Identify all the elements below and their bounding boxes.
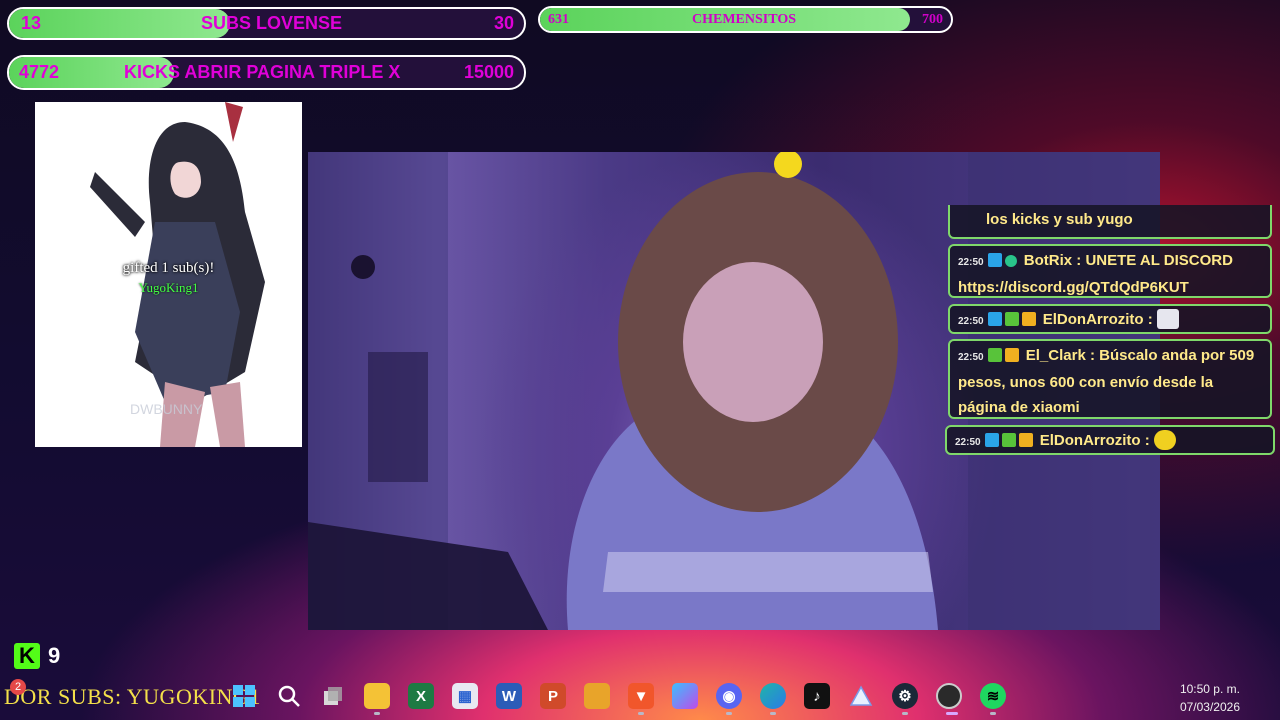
goal-subs-label: SUBS LOVENSE xyxy=(201,13,343,33)
crown-badge-icon xyxy=(1021,312,1036,326)
goal-bar-chemensitos: 631 CHEMENSITOS 700 xyxy=(538,6,953,33)
sub-badge-icon xyxy=(1004,312,1019,326)
goal-bar-kicks: 4772 KICKS ABRIR PAGINA TRIPLE X 15000 xyxy=(7,55,526,90)
chat-message: 22:50 El_Clark : Búscalo anda por 509 pe… xyxy=(948,339,1272,419)
chat-username: El_Clark xyxy=(1025,347,1086,364)
chat-timestamp: 22:50 xyxy=(958,352,984,363)
running-indicator xyxy=(990,712,996,715)
running-indicator xyxy=(374,712,380,715)
goal-bar-subs-fill xyxy=(9,9,231,38)
brave-icon[interactable]: ▼ xyxy=(628,683,654,709)
alert-watermark: DWBUNNY xyxy=(130,401,203,417)
alert-username: YugoKing1 xyxy=(138,280,199,295)
alert-message: gifted 1 sub(s)! xyxy=(122,260,215,276)
tradingview-icon[interactable] xyxy=(848,683,874,709)
copilot-icon[interactable] xyxy=(672,683,698,709)
chat-username: ElDonArrozito xyxy=(1042,311,1144,328)
moderator-badge-icon xyxy=(987,253,1002,267)
clock-date: 07/03/2026 xyxy=(1179,700,1240,714)
running-indicator xyxy=(902,712,908,715)
clock-time: 10:50 p. m. xyxy=(1179,682,1240,696)
chat-timestamp: 22:50 xyxy=(955,437,981,448)
active-indicator xyxy=(946,712,958,715)
running-indicator xyxy=(638,712,644,715)
excel-icon[interactable]: X xyxy=(408,683,434,709)
chat-timestamp: 22:50 xyxy=(958,257,984,268)
windows-start-icon[interactable] xyxy=(231,683,257,709)
kick-logo-icon: K xyxy=(14,643,40,669)
goal-bar-subs: 13 SUBS LOVENSE 30 xyxy=(7,7,526,40)
goal-chemensitos-target: 700 xyxy=(922,11,943,27)
word-icon[interactable]: W xyxy=(496,683,522,709)
ms-store-icon[interactable]: ▦ xyxy=(452,683,478,709)
chat-message: los kicks y sub yugo xyxy=(948,205,1272,239)
goal-chemensitos-label: CHEMENSITOS xyxy=(692,11,796,27)
running-indicator xyxy=(770,712,776,715)
goal-chemensitos-current: 631 xyxy=(548,11,569,27)
discord-icon[interactable]: ◉ xyxy=(716,683,742,709)
goal-kicks-label: KICKS ABRIR PAGINA TRIPLE X xyxy=(124,62,401,82)
running-indicator xyxy=(726,712,732,715)
goal-subs-current: 13 xyxy=(21,13,42,33)
moderator-badge-icon xyxy=(987,312,1002,326)
system-clock[interactable]: 10:50 p. m. 07/03/2026 xyxy=(1180,680,1240,716)
steam-icon[interactable]: ⚙ xyxy=(892,683,918,709)
sub-alert-panel: DWBUNNY gifted 1 sub(s)! YugoKing1 xyxy=(35,102,302,447)
chat-username: BotRix xyxy=(1023,252,1073,269)
emote-icon xyxy=(1153,430,1176,450)
chat-message: 22:50 BotRix : UNETE AL DISCORD https://… xyxy=(948,244,1272,298)
goal-kicks-current: 4772 xyxy=(19,62,60,82)
folder-icon[interactable] xyxy=(584,683,610,709)
moderator-badge-icon xyxy=(984,433,999,447)
sub-badge-icon xyxy=(1001,433,1016,447)
chat-username: ElDonArrozito xyxy=(1039,432,1141,449)
subs-ticker: DOR SUBS: YUGOKING1 xyxy=(4,684,261,709)
edge-icon[interactable] xyxy=(760,683,786,709)
goal-subs-target: 30 xyxy=(493,13,514,33)
sub-badge-icon xyxy=(987,348,1002,362)
chat-text: Búscalo anda por 509 pesos, unos 600 con… xyxy=(958,347,1255,416)
kick-viewer-count: 9 xyxy=(48,643,61,668)
obs-icon[interactable] xyxy=(936,683,962,709)
verified-badge-icon xyxy=(1004,255,1017,267)
notification-badge: 2 xyxy=(10,679,26,695)
chat-message: 22:50 ElDonArrozito : xyxy=(948,304,1272,334)
powerpoint-icon[interactable]: P xyxy=(540,683,566,709)
crown-badge-icon xyxy=(1004,348,1019,362)
search-icon[interactable] xyxy=(276,683,302,709)
task-view-icon[interactable] xyxy=(320,683,346,709)
chat-timestamp: 22:50 xyxy=(958,316,984,327)
chat-text: los kicks y sub yugo xyxy=(986,211,1133,228)
emote-icon xyxy=(1156,309,1179,329)
goal-kicks-target: 15000 xyxy=(463,62,514,82)
crown-badge-icon xyxy=(1018,433,1033,447)
tiktok-icon[interactable]: ♪ xyxy=(804,683,830,709)
spotify-icon[interactable]: ≋ xyxy=(980,683,1006,709)
kick-viewer-counter: K 9 xyxy=(14,643,60,669)
chat-message: 22:50 ElDonArrozito : xyxy=(945,425,1275,455)
file-explorer-icon[interactable] xyxy=(364,683,390,709)
